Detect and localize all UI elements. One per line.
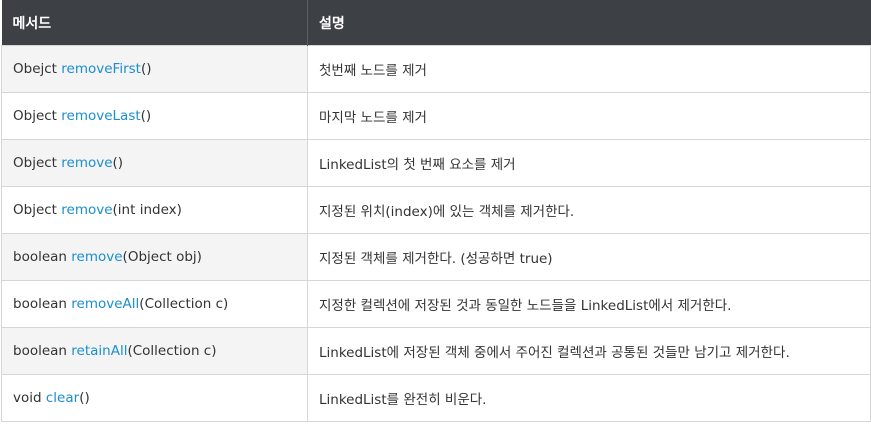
method-cell: void clear(): [1, 374, 308, 422]
method-cell: boolean removeAll(Collection c): [1, 280, 308, 328]
table-row: boolean retainAll(Collection c) LinkedLi…: [1, 327, 871, 375]
description-cell: 지정된 위치(index)에 있는 객체를 제거한다.: [307, 186, 871, 234]
table-row: Obejct removeFirst() 첫번째 노드를 제거: [1, 45, 871, 93]
return-type: void: [13, 390, 42, 406]
method-cell: boolean remove(Object obj): [1, 233, 308, 281]
description-cell: LinkedList를 완전히 비운다.: [307, 374, 871, 422]
method-name-link[interactable]: removeAll: [71, 296, 139, 312]
method-cell: Obejct removeFirst(): [1, 45, 308, 93]
method-name-link[interactable]: removeLast: [61, 108, 140, 124]
table-row: Object removeLast() 마지막 노드를 제거: [1, 92, 871, 140]
method-params: (Collection c): [139, 296, 229, 312]
table-row: void clear() LinkedList를 완전히 비운다.: [1, 374, 871, 422]
method-cell: Object removeLast(): [1, 92, 308, 140]
header-row: 메서드 설명: [1, 0, 871, 46]
method-name-link[interactable]: removeFirst: [61, 61, 141, 77]
table-header: 메서드 설명: [1, 0, 871, 46]
table-row: Object remove() LinkedList의 첫 번째 요소를 제거: [1, 139, 871, 187]
return-type: Object: [13, 155, 57, 171]
return-type: Object: [13, 108, 57, 124]
method-name-link[interactable]: clear: [46, 390, 79, 406]
method-params: (): [79, 390, 90, 406]
table-row: Object remove(int index) 지정된 위치(index)에 …: [1, 186, 871, 234]
return-type: Obejct: [13, 61, 57, 77]
table-row: boolean removeAll(Collection c) 지정한 컬렉션에…: [1, 280, 871, 328]
method-params: (): [140, 108, 152, 124]
method-cell: Object remove(): [1, 139, 308, 187]
return-type: boolean: [13, 249, 67, 265]
method-params: (Object obj): [122, 249, 202, 265]
description-cell: LinkedList의 첫 번째 요소를 제거: [307, 139, 871, 187]
method-cell: boolean retainAll(Collection c): [1, 327, 308, 375]
method-params: (int index): [112, 202, 182, 218]
method-name-link[interactable]: remove: [61, 202, 112, 218]
return-type: boolean: [13, 343, 67, 359]
description-cell: 지정한 컬렉션에 저장된 것과 동일한 노드들을 LinkedList에서 제거…: [307, 280, 871, 328]
method-params: (): [140, 61, 152, 77]
method-params: (Collection c): [127, 343, 217, 359]
method-name-link[interactable]: remove: [71, 249, 122, 265]
description-cell: 지정된 객체를 제거한다. (성공하면 true): [307, 233, 871, 281]
method-params: (): [112, 155, 124, 171]
return-type: Object: [13, 202, 57, 218]
header-description: 설명: [307, 0, 871, 46]
description-cell: 마지막 노드를 제거: [307, 92, 871, 140]
method-name-link[interactable]: retainAll: [71, 343, 127, 359]
description-cell: 첫번째 노드를 제거: [307, 45, 871, 93]
description-cell: LinkedList에 저장된 객체 중에서 주어진 컬렉션과 공통된 것들만 …: [307, 327, 871, 375]
table-row: boolean remove(Object obj) 지정된 객체를 제거한다.…: [1, 233, 871, 281]
return-type: boolean: [13, 296, 67, 312]
method-name-link[interactable]: remove: [61, 155, 112, 171]
table-body: Obejct removeFirst() 첫번째 노드를 제거 Object r…: [1, 45, 871, 422]
method-cell: Object remove(int index): [1, 186, 308, 234]
header-method: 메서드: [1, 0, 308, 46]
methods-table: 메서드 설명 Obejct removeFirst() 첫번째 노드를 제거 O…: [1, 0, 871, 422]
